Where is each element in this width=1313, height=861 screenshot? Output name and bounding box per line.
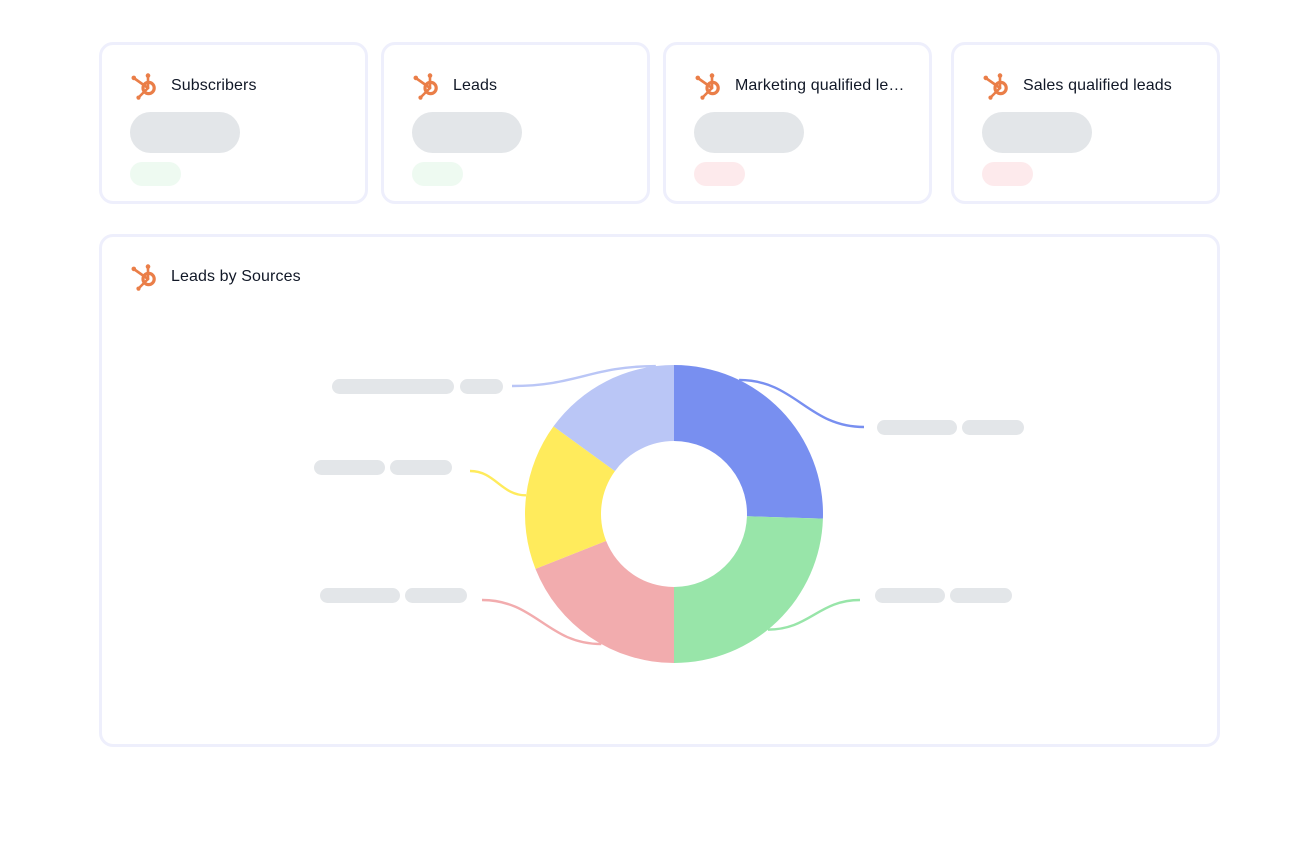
kpi-value-placeholder (130, 112, 240, 153)
kpi-title: Subscribers (171, 77, 257, 94)
legend-connector-line (469, 469, 527, 497)
kpi-title: Leads (453, 77, 498, 94)
hubspot-logo-icon (982, 71, 1012, 101)
legend-label-placeholder (877, 420, 957, 435)
legend-label-placeholder (314, 460, 385, 475)
kpi-trend-placeholder (694, 162, 745, 186)
legend-label-placeholder (405, 588, 467, 603)
donut-chart (314, 364, 1024, 663)
kpi-card-header: Sales qualified leads (982, 69, 1172, 103)
hubspot-logo-icon (412, 71, 442, 101)
kpi-trend-placeholder (130, 162, 181, 186)
hubspot-logo-icon (694, 71, 724, 101)
kpi-card-header: Subscribers (130, 69, 257, 103)
legend-label-placeholder (320, 588, 400, 603)
kpi-value-placeholder (694, 112, 804, 153)
kpi-value-placeholder (982, 112, 1092, 153)
legend-label-placeholder (875, 588, 945, 603)
kpi-card-sales-qualified-leads: Sales qualified leads (951, 42, 1220, 204)
kpi-trend-placeholder (982, 162, 1033, 186)
kpi-card-header: Leads (412, 69, 497, 103)
kpi-value-placeholder (412, 112, 522, 153)
kpi-title: Sales qualified leads (1023, 77, 1172, 94)
legend-label-placeholder (332, 379, 454, 394)
hubspot-logo-icon (130, 71, 160, 101)
kpi-title: Marketing qualified leads (735, 77, 910, 94)
donut-slice[interactable] (674, 516, 823, 663)
donut-slice[interactable] (674, 365, 823, 519)
legend-label-placeholder (950, 588, 1012, 603)
kpi-trend-placeholder (412, 162, 463, 186)
kpi-card-marketing-qualified-leads: Marketing qualified leads (663, 42, 932, 204)
kpi-card-subscribers: Subscribers (99, 42, 368, 204)
legend-label-placeholder (390, 460, 452, 475)
leads-by-sources-panel: Leads by Sources (99, 234, 1220, 747)
legend-label-placeholder (962, 420, 1024, 435)
legend-label-placeholder (460, 379, 503, 394)
kpi-card-leads: Leads (381, 42, 650, 204)
kpi-card-header: Marketing qualified leads (694, 69, 910, 103)
